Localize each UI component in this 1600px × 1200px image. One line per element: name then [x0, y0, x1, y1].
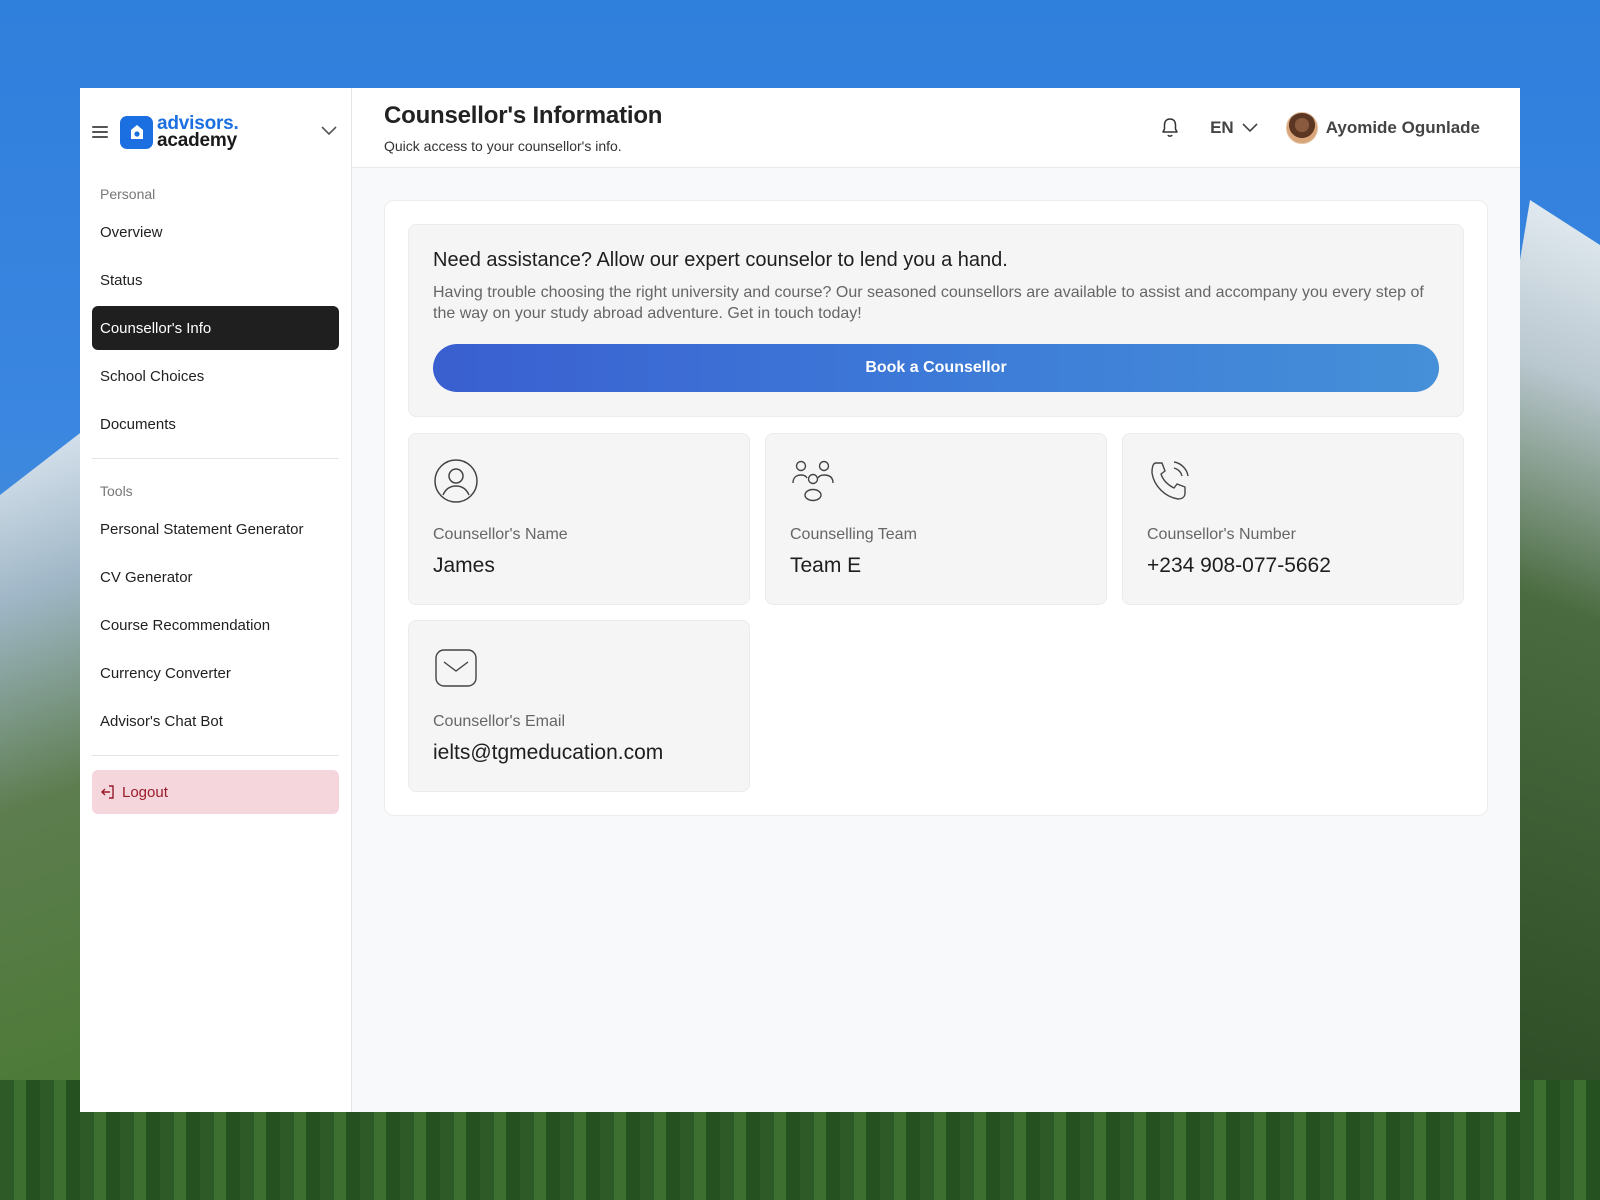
logo-line-2: academy	[157, 130, 237, 151]
brand-row: advisors. academy	[92, 88, 339, 176]
counsellor-name-card: Counsellor's Name James	[408, 433, 750, 605]
info-cards: Counsellor's Name James Counselling Team…	[408, 433, 1464, 792]
chevron-down-icon	[1242, 118, 1258, 138]
sidebar-item-advisors-chat-bot[interactable]: Advisor's Chat Bot	[92, 699, 339, 743]
info-label: Counselling Team	[790, 526, 917, 543]
counsellor-number-card: Counsellor's Number +234 908-077-5662	[1122, 433, 1464, 605]
sidebar-item-course-recommendation[interactable]: Course Recommendation	[92, 603, 339, 647]
mail-icon	[433, 645, 479, 691]
assistance-body: Having trouble choosing the right univer…	[433, 284, 1424, 322]
sidebar-item-cv-generator[interactable]: CV Generator	[92, 555, 339, 599]
logo-icon	[120, 115, 153, 149]
user-menu[interactable]: Ayomide Ogunlade	[1285, 111, 1480, 144]
page-title: Counsellor's Information	[384, 101, 663, 129]
info-label: Counsellor's Name	[433, 526, 568, 543]
logout-icon	[100, 784, 116, 800]
main-area: Counsellor's Information Quick access to…	[352, 88, 1520, 1112]
chevron-down-icon[interactable]	[321, 123, 337, 141]
language-label: EN	[1210, 117, 1234, 137]
info-label: Counsellor's Number	[1147, 526, 1296, 543]
counselling-team-card: Counselling Team Team E	[765, 433, 1107, 605]
user-name: Ayomide Ogunlade	[1325, 117, 1480, 137]
app-window: advisors. academy Personal Overview Stat…	[80, 88, 1520, 1112]
sidebar-item-counsellors-info[interactable]: Counsellor's Info	[92, 306, 339, 350]
logo-wordmark: advisors. academy	[157, 114, 239, 151]
user-circle-icon	[433, 458, 479, 504]
hamburger-menu-icon[interactable]	[92, 122, 112, 142]
book-counsellor-button[interactable]: Book a Counsellor	[433, 344, 1439, 392]
sidebar-item-overview[interactable]: Overview	[92, 210, 339, 254]
topbar: Counsellor's Information Quick access to…	[352, 88, 1520, 168]
info-value: ielts@tgmeducation.com	[433, 741, 664, 764]
info-label: Counsellor's Email	[433, 713, 565, 730]
sidebar-item-currency-converter[interactable]: Currency Converter	[92, 651, 339, 695]
avatar	[1285, 111, 1318, 144]
title-block: Counsellor's Information Quick access to…	[384, 102, 1160, 154]
sidebar-divider	[92, 458, 339, 459]
section-label-tools: Tools	[100, 483, 133, 499]
section-label-personal: Personal	[100, 186, 156, 202]
team-icon	[790, 458, 836, 504]
content-area: Need assistance? Allow our expert counse…	[352, 168, 1520, 848]
counsellor-email-card: Counsellor's Email ielts@tgmeducation.co…	[408, 620, 750, 792]
language-selector[interactable]: EN	[1210, 118, 1258, 138]
phone-icon	[1147, 458, 1193, 504]
info-value: James	[433, 554, 495, 577]
info-value: +234 908-077-5662	[1147, 554, 1331, 577]
logout-button[interactable]: Logout	[92, 770, 339, 814]
sidebar-item-school-choices[interactable]: School Choices	[92, 354, 339, 398]
assistance-card: Need assistance? Allow our expert counse…	[408, 224, 1464, 417]
sidebar-item-status[interactable]: Status	[92, 258, 339, 302]
counsellor-panel: Need assistance? Allow our expert counse…	[384, 200, 1488, 816]
bell-icon[interactable]	[1160, 117, 1180, 139]
info-value: Team E	[790, 554, 862, 577]
page-subtitle: Quick access to your counsellor's info.	[384, 137, 622, 154]
logout-label: Logout	[122, 783, 168, 801]
assistance-heading: Need assistance? Allow our expert counse…	[433, 249, 1008, 271]
sidebar-item-documents[interactable]: Documents	[92, 402, 339, 446]
sidebar-divider-bottom	[92, 755, 339, 756]
sidebar-item-personal-statement-generator[interactable]: Personal Statement Generator	[92, 507, 339, 551]
sidebar: advisors. academy Personal Overview Stat…	[80, 88, 352, 1112]
